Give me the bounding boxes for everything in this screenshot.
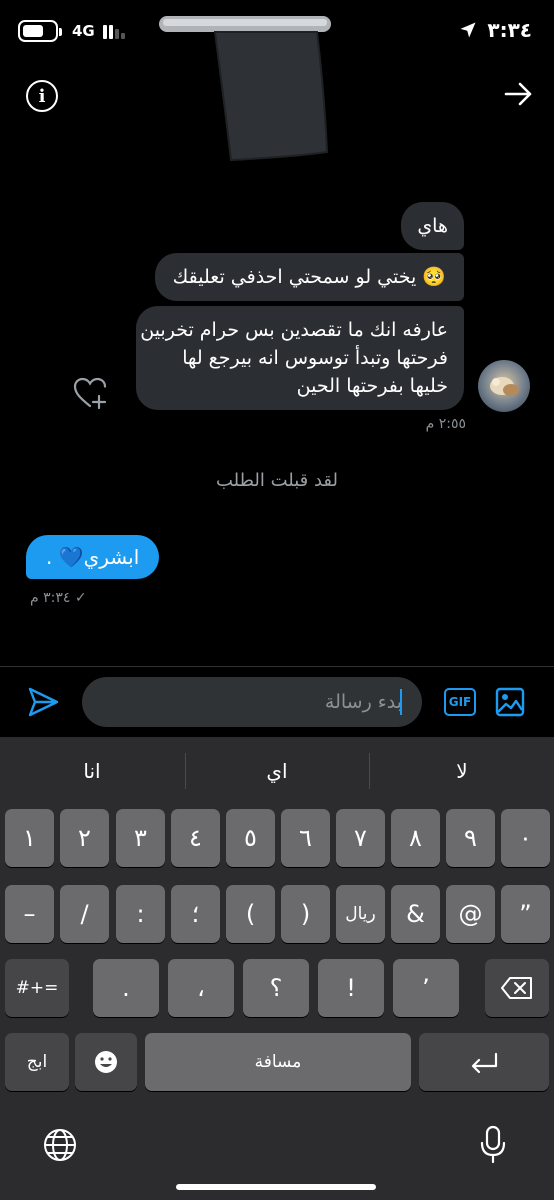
backspace-icon — [501, 977, 532, 999]
key[interactable]: ١ — [5, 809, 54, 867]
key[interactable]: ’ — [393, 959, 459, 1017]
message-input[interactable] — [82, 677, 422, 727]
suggestion-3[interactable]: لا — [370, 749, 554, 793]
keyboard: انا اي لا ١ ٢ ٣ ٤ ٥ ٦ ٧ ٨ ٩ ٠ – / : ؛ ( … — [0, 737, 554, 1200]
key[interactable]: ” — [501, 885, 550, 943]
clock: ٣:٣٤ — [487, 18, 532, 42]
globe-icon[interactable] — [42, 1127, 78, 1163]
back-arrow-icon[interactable] — [502, 78, 534, 110]
smiley-icon — [95, 1051, 117, 1073]
microphone-icon[interactable] — [478, 1125, 508, 1165]
key[interactable]: ) — [281, 885, 330, 943]
key[interactable]: ٧ — [336, 809, 385, 867]
message-text: يختي لو سمحتي احذفي تعليقك 🥺 — [172, 266, 446, 288]
heart-plus-icon[interactable] — [72, 376, 108, 410]
key[interactable]: ٠ — [501, 809, 550, 867]
key[interactable]: ٣ — [116, 809, 165, 867]
key[interactable]: ( — [226, 885, 275, 943]
text-caret — [400, 689, 402, 715]
message-line: فرحتها وتبدأ توسوس انه بيرجع لها — [182, 347, 448, 369]
suggestion-bar: انا اي لا — [0, 737, 554, 805]
message-text: ابشري💙 . — [46, 545, 140, 569]
message-line: عارفه انك ما تقصدين بس حرام تخربين — [140, 319, 448, 341]
message-input-box[interactable] — [82, 677, 422, 727]
backspace-key[interactable] — [485, 959, 549, 1017]
battery-icon — [18, 20, 62, 42]
incoming-message[interactable]: هاي — [401, 202, 464, 250]
outgoing-message[interactable]: ابشري💙 . — [26, 535, 160, 579]
key[interactable]: ٩ — [446, 809, 495, 867]
composer: GIF — [0, 666, 554, 736]
key[interactable]: ٥ — [226, 809, 275, 867]
language-key[interactable]: ابج — [5, 1033, 69, 1091]
gif-icon[interactable]: GIF — [444, 688, 476, 716]
suggestion-1[interactable]: انا — [0, 749, 184, 793]
key[interactable]: ؛ — [171, 885, 220, 943]
incoming-message[interactable]: يختي لو سمحتي احذفي تعليقك 🥺 — [154, 253, 464, 301]
key[interactable]: . — [93, 959, 159, 1017]
message-line: خليها بفرحتها الحين — [296, 375, 448, 397]
conversation-header: i — [0, 16, 554, 204]
key[interactable]: ؟ — [243, 959, 309, 1017]
emoji-key[interactable] — [75, 1033, 137, 1091]
home-indicator[interactable] — [176, 1184, 376, 1190]
key[interactable]: ٦ — [281, 809, 330, 867]
key[interactable]: : — [116, 885, 165, 943]
return-key[interactable] — [419, 1033, 549, 1091]
status-right: ٣:٣٤ — [459, 18, 532, 42]
info-icon[interactable]: i — [26, 80, 58, 112]
key[interactable]: ٢ — [60, 809, 109, 867]
key[interactable]: / — [60, 885, 109, 943]
suggestion-2[interactable]: اي — [185, 749, 369, 793]
key[interactable]: ٤ — [171, 809, 220, 867]
key[interactable]: ، — [168, 959, 234, 1017]
signal-icon — [102, 23, 125, 39]
message-timestamp: ٢:٥٥ م — [425, 416, 466, 432]
key[interactable]: ريال — [336, 885, 385, 943]
key[interactable]: ! — [318, 959, 384, 1017]
network-label: 4G — [72, 22, 95, 40]
sticker-image — [159, 16, 331, 162]
system-note: لقد قبلت الطلب — [215, 470, 339, 491]
symbols-toggle-key[interactable]: #+= — [5, 959, 69, 1017]
key[interactable]: ٨ — [391, 809, 440, 867]
send-icon[interactable] — [26, 685, 60, 719]
key[interactable]: & — [391, 885, 440, 943]
outgoing-timestamp: ٣:٣٤ م ✓ — [30, 590, 87, 606]
message-text: هاي — [417, 215, 448, 237]
key[interactable]: @ — [446, 885, 495, 943]
status-left: 4G — [18, 20, 125, 42]
incoming-message[interactable]: عارفه انك ما تقصدين بس حرام تخربين فرحته… — [136, 306, 464, 410]
space-key[interactable]: مسافة — [145, 1033, 411, 1091]
avatar[interactable] — [478, 360, 530, 412]
return-icon — [471, 1052, 498, 1073]
key[interactable]: – — [5, 885, 54, 943]
location-arrow-icon — [460, 22, 476, 38]
image-icon[interactable] — [494, 686, 526, 718]
